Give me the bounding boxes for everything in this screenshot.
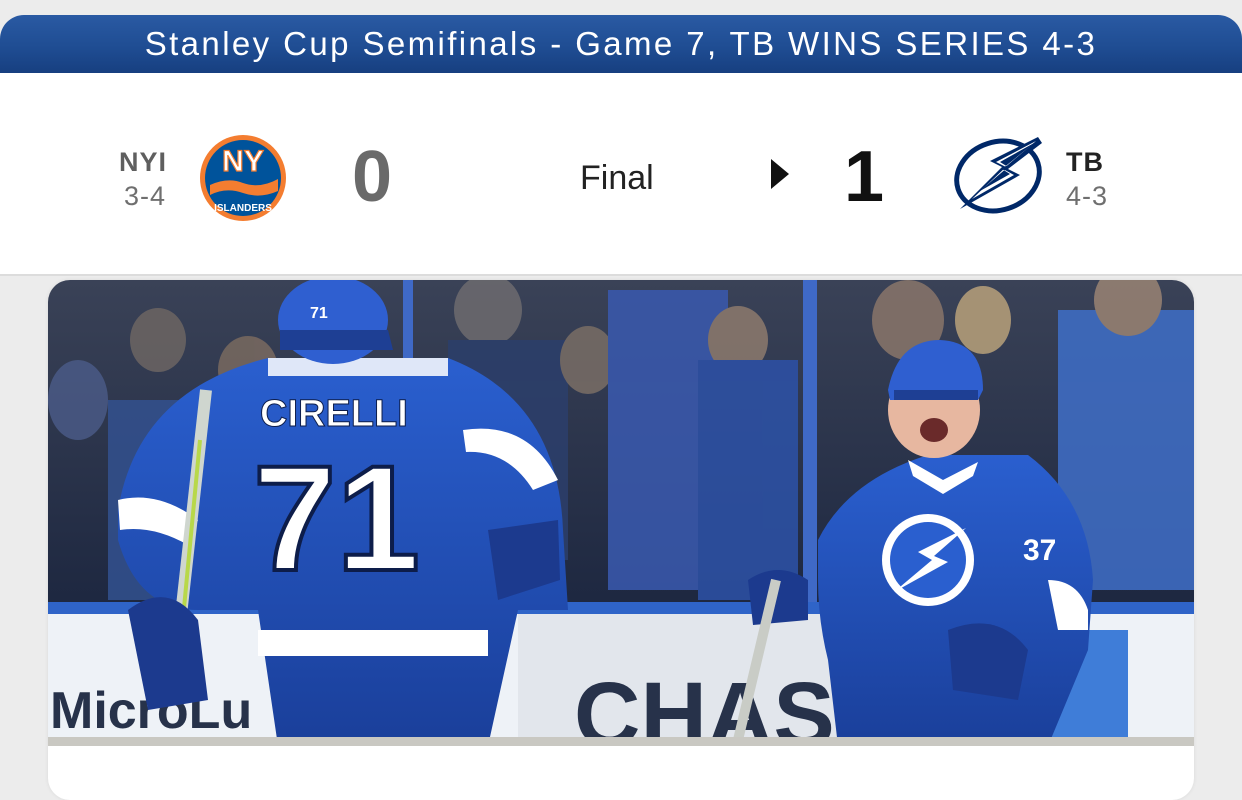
away-team-abbr: NYI [119,147,168,177]
winner-arrow-icon [771,159,789,189]
svg-text:71: 71 [310,305,328,322]
svg-text:71: 71 [253,434,420,602]
game-header-banner: Stanley Cup Semifinals - Game 7, TB WINS… [0,15,1242,73]
home-team-record: 4-3 [1066,181,1109,211]
islanders-logo-icon: NY ISLANDERS [200,135,286,221]
svg-text:37: 37 [1023,534,1056,567]
home-team-score: 1 [844,137,885,217]
highlight-photo[interactable]: MicroLu CHAS 71 CIRELLI 71 37 [48,280,1194,746]
svg-text:ISLANDERS: ISLANDERS [214,203,272,214]
home-team-abbr: TB [1066,147,1104,177]
game-status: Final [580,159,654,197]
svg-text:CIRELLI: CIRELLI [260,393,408,435]
away-team-score: 0 [352,137,393,217]
photo-bottom-strip [48,737,1194,746]
away-team-record: 3-4 [124,181,167,211]
svg-text:CHAS: CHAS [574,664,835,746]
banner-title: Stanley Cup Semifinals - Game 7, TB WINS… [144,25,1098,62]
highlight-card[interactable]: MicroLu CHAS 71 CIRELLI 71 37 [48,280,1194,800]
scoreboard[interactable]: NYI 3-4 NY ISLANDERS 0 Final 1 TB 4-3 [0,73,1242,276]
svg-text:NY: NY [222,145,264,178]
lightning-bolt-logo-icon [954,137,1042,214]
